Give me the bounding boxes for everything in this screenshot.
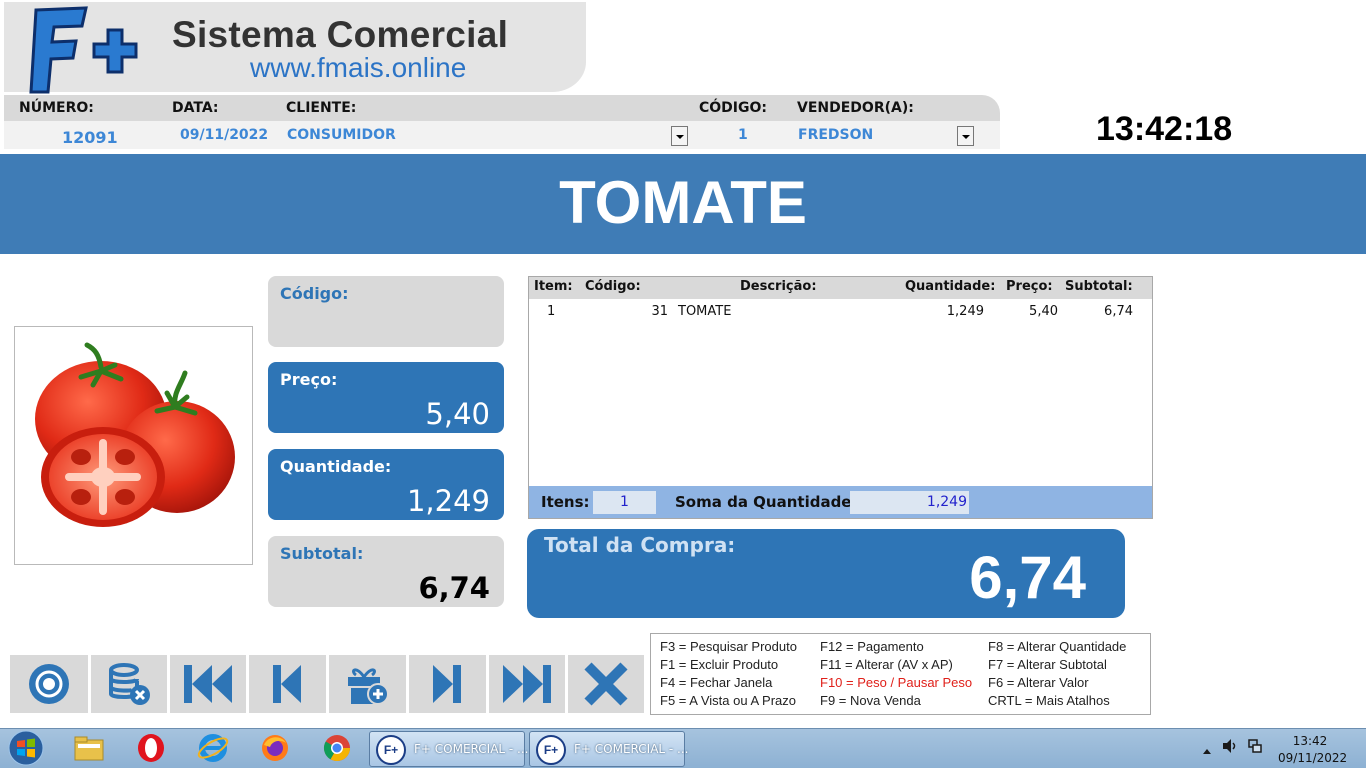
start-button[interactable] (4, 730, 48, 766)
col-preco-header: Preço: (1006, 279, 1053, 294)
task-label: F+ COMERCIAL - ... (574, 742, 689, 756)
itens-label: Itens: (541, 493, 590, 511)
taskbar-explorer[interactable] (72, 732, 106, 764)
numero-value: 12091 (62, 128, 118, 147)
last-record-icon (502, 665, 551, 703)
cliente-label: CLIENTE: (286, 100, 357, 116)
tray-expand-icon[interactable] (1203, 741, 1211, 760)
preco-field-label: Preço: (280, 370, 338, 389)
codigo-field-label: Código: (280, 284, 349, 303)
fplus-app-icon: F+ (536, 735, 566, 765)
shortcut-item: F9 = Nova Venda (820, 693, 921, 708)
row-item: 1 (547, 304, 556, 319)
numero-label: NÚMERO: (19, 100, 94, 116)
itens-count: 1 (593, 491, 656, 514)
tray-date[interactable]: 09/11/2022 (1278, 751, 1347, 765)
vendedor-label: VENDEDOR(A): (797, 100, 914, 116)
firefox-icon (262, 735, 288, 761)
subtotal-field-value[interactable]: 6,74 (418, 571, 490, 605)
col-codigo-header: Código: (585, 279, 641, 294)
shortcut-item: F8 = Alterar Quantidade (988, 639, 1127, 654)
task-label: F+ COMERCIAL - ... (414, 742, 529, 756)
subtotal-field-label: Subtotal: (280, 544, 364, 563)
soma-quantidade-label: Soma da Quantidade: (675, 493, 858, 511)
close-icon (583, 662, 628, 706)
col-item-header: Item: (534, 279, 573, 294)
row-codigo: 31 (651, 304, 668, 319)
shortcut-item: CRTL = Mais Atalhos (988, 693, 1110, 708)
cliente-select[interactable]: CONSUMIDOR (287, 127, 396, 143)
brand-title: Sistema Comercial (172, 14, 509, 55)
soma-quantidade-value: 1,249 (850, 491, 969, 514)
tray-time[interactable]: 13:42 (1280, 734, 1340, 748)
close-button[interactable] (568, 657, 643, 711)
shortcut-item: F11 = Alterar (AV x AP) (820, 657, 953, 672)
delete-database-icon (108, 663, 150, 705)
next-record-icon (432, 665, 461, 703)
shortcut-item: F4 = Fechar Janela (660, 675, 773, 690)
shortcut-item: F12 = Pagamento (820, 639, 924, 654)
internet-explorer-icon (197, 734, 229, 762)
total-value: 6,74 (969, 544, 1086, 611)
shortcut-item: F7 = Alterar Subtotal (988, 657, 1107, 672)
row-subtotal: 6,74 (1104, 304, 1133, 319)
codigo-label: CÓDIGO: (699, 100, 767, 116)
volume-icon[interactable] (1222, 738, 1238, 758)
fplus-logo-icon (28, 6, 152, 96)
total-label: Total da Compra: (544, 533, 736, 557)
col-descricao-header: Descrição: (740, 279, 817, 294)
first-record-icon (183, 665, 232, 703)
shortcut-item-weight: F10 = Peso / Pausar Peso (820, 675, 973, 690)
row-preco: 5,40 (1029, 304, 1058, 319)
preco-field-value[interactable]: 5,40 (425, 397, 490, 431)
tomato-image-icon (35, 342, 235, 527)
taskbar-internet-explorer[interactable] (196, 732, 230, 764)
delete-database-button[interactable] (91, 657, 166, 711)
record-button[interactable] (11, 657, 86, 711)
quantidade-field-label: Quantidade: (280, 457, 392, 476)
network-icon[interactable] (1247, 738, 1263, 758)
product-image (14, 326, 253, 565)
taskbar-task-2[interactable]: F+ F+ COMERCIAL - ... (529, 731, 689, 767)
next-record-button[interactable] (409, 657, 484, 711)
shortcut-item: F3 = Pesquisar Produto (660, 639, 797, 654)
vendedor-dropdown-button[interactable] (957, 126, 974, 146)
first-record-button[interactable] (170, 657, 245, 711)
cliente-dropdown-button[interactable] (671, 126, 688, 146)
col-quantidade-header: Quantidade: (905, 279, 996, 294)
add-item-icon (347, 668, 389, 705)
row-quantidade: 1,249 (946, 304, 984, 319)
last-record-button[interactable] (489, 657, 564, 711)
preco-field[interactable]: Preço: 5,40 (268, 362, 504, 433)
previous-record-icon (272, 665, 301, 703)
taskbar-chrome[interactable] (320, 732, 354, 764)
clock: 13:42:18 (1096, 110, 1233, 148)
product-name: TOMATE (559, 169, 807, 236)
col-subtotal-header: Subtotal: (1065, 279, 1133, 294)
vendedor-select[interactable]: FREDSON (798, 127, 873, 143)
taskbar-task-1[interactable]: F+ F+ COMERCIAL - ... (369, 731, 529, 767)
quantidade-field[interactable]: Quantidade: 1,249 (268, 449, 504, 520)
folder-icon (74, 736, 104, 761)
windows-start-icon (8, 730, 44, 766)
shortcut-item: F5 = A Vista ou A Prazo (660, 693, 796, 708)
brand-url[interactable]: www.fmais.online (250, 52, 466, 84)
add-item-button[interactable] (329, 657, 404, 711)
opera-icon (138, 734, 164, 762)
taskbar-firefox[interactable] (258, 732, 292, 764)
previous-record-button[interactable] (249, 657, 324, 711)
quantidade-field-value[interactable]: 1,249 (407, 484, 490, 518)
data-value[interactable]: 09/11/2022 (180, 127, 268, 143)
subtotal-field[interactable]: Subtotal: 6,74 (268, 536, 504, 607)
chrome-icon (323, 735, 351, 762)
taskbar-opera[interactable] (134, 732, 168, 764)
shortcut-item: F1 = Excluir Produto (660, 657, 779, 672)
shortcut-item: F6 = Alterar Valor (988, 675, 1089, 690)
codigo-field[interactable]: Código: (268, 276, 504, 347)
record-icon (28, 664, 69, 704)
data-label: DATA: (172, 100, 219, 116)
fplus-app-icon: F+ (376, 735, 406, 765)
row-descricao: TOMATE (678, 304, 732, 319)
codigo-value[interactable]: 1 (738, 127, 748, 143)
